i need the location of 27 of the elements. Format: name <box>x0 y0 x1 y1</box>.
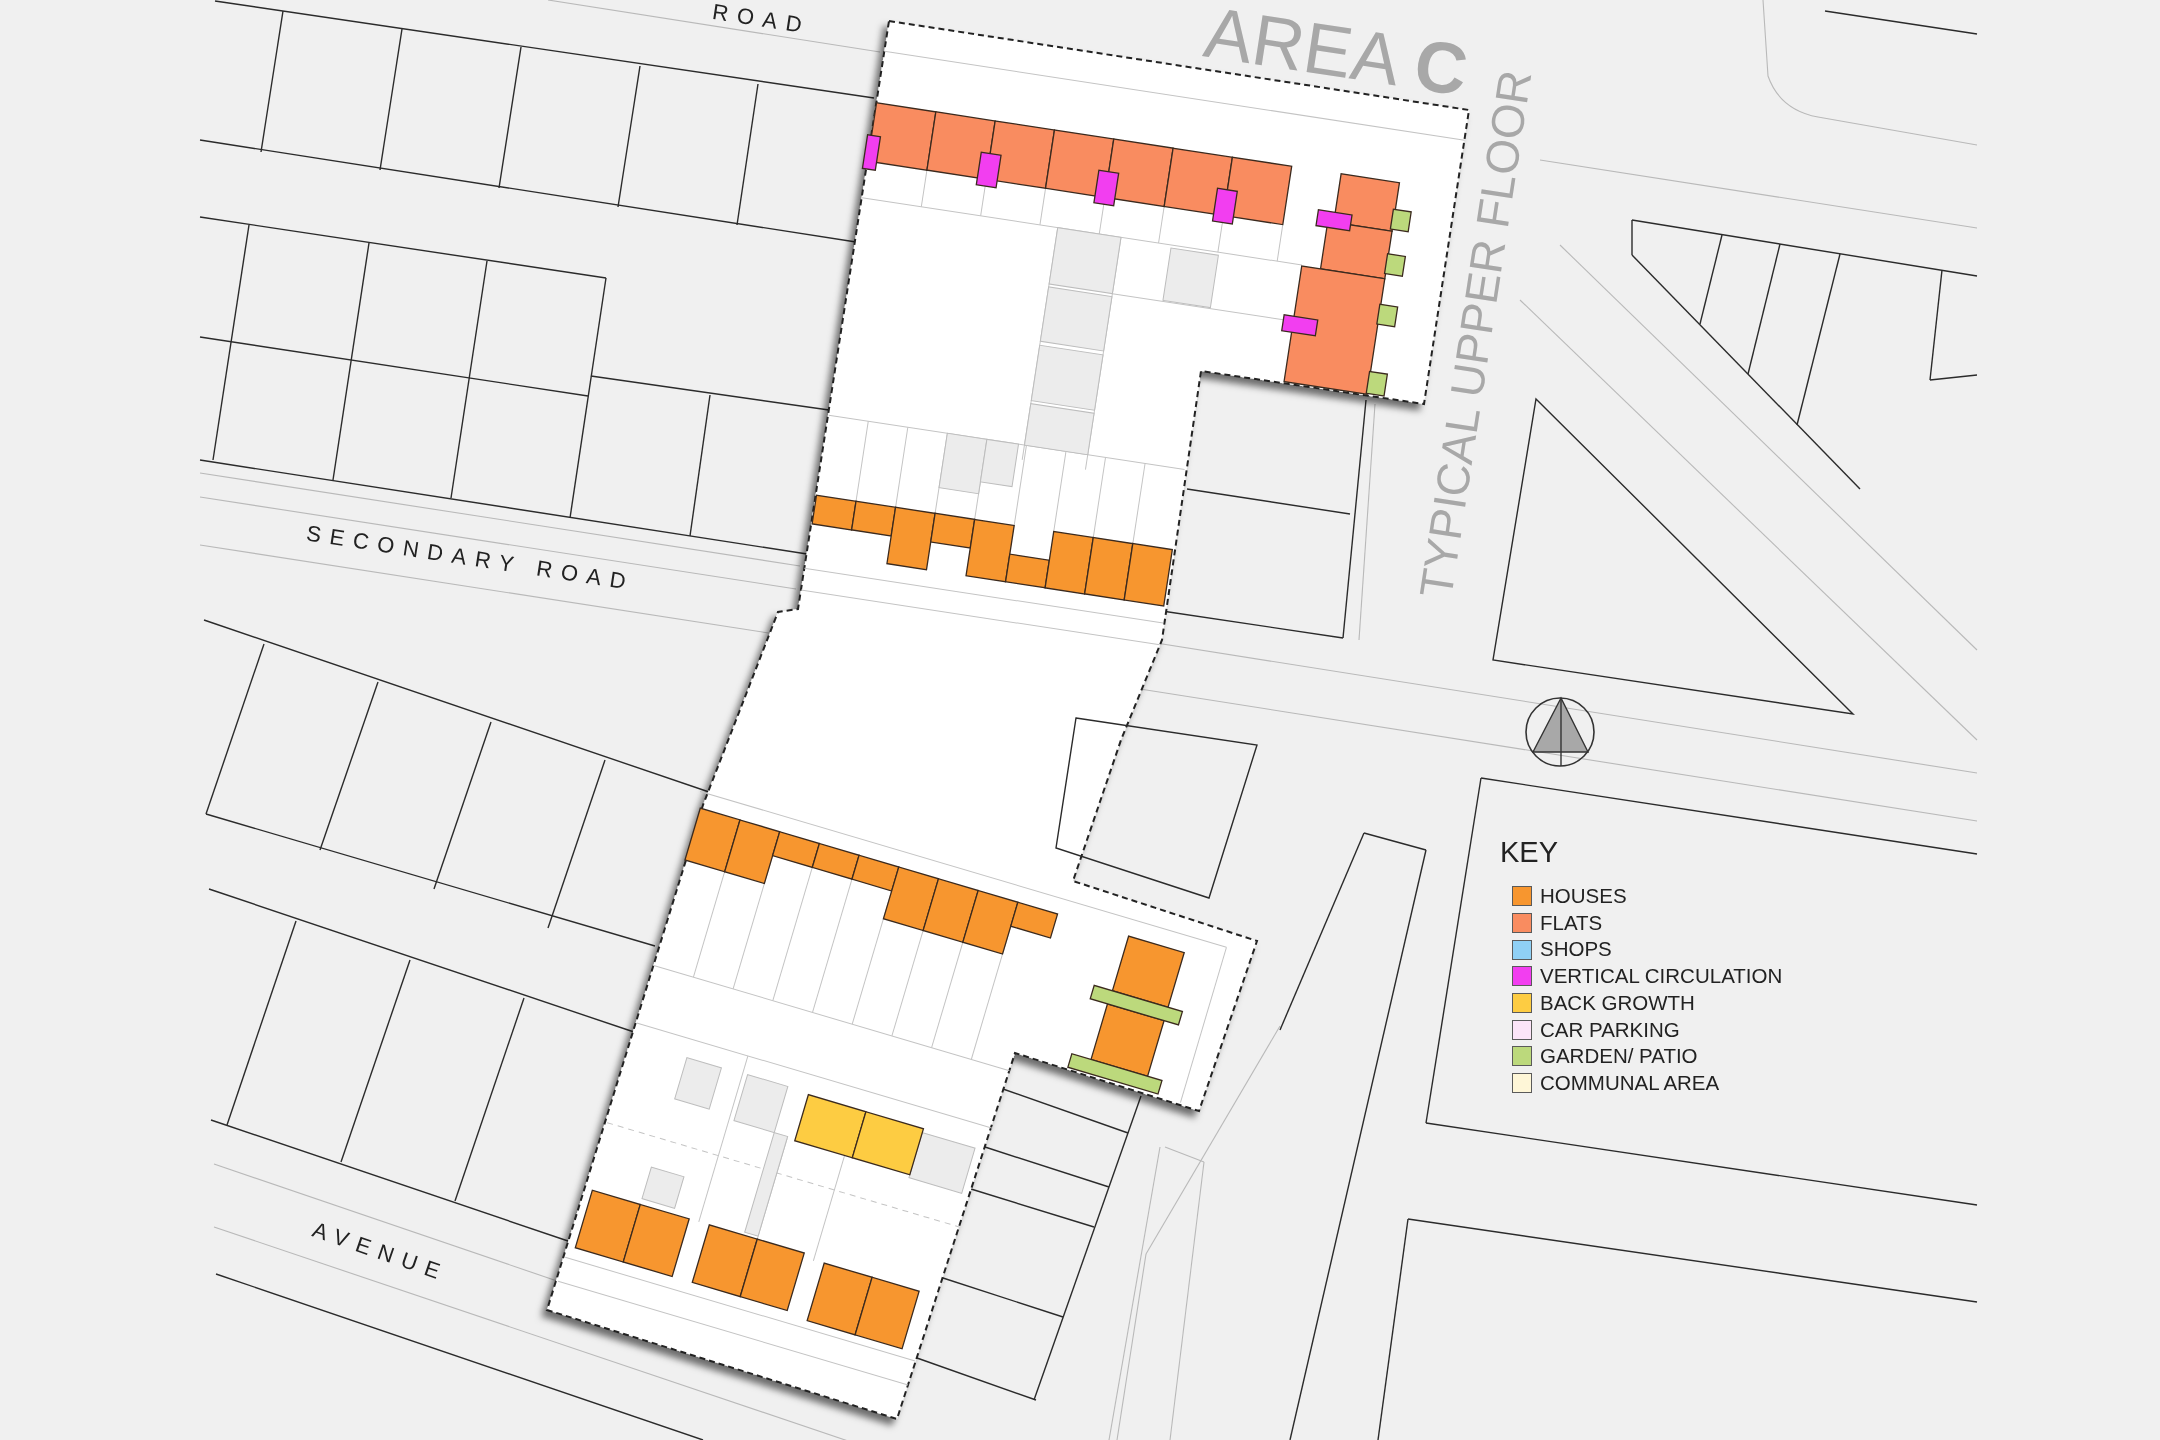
garden-patch <box>1376 303 1399 328</box>
legend-label: CAR PARKING <box>1540 1019 1680 1041</box>
circulation-core <box>1093 169 1120 207</box>
area-title: AREA C <box>1201 3 1471 101</box>
flat-block <box>926 111 996 180</box>
legend-label: HOUSES <box>1540 886 1627 907</box>
key-title: KEY <box>1500 838 1560 867</box>
garden-patch <box>1383 253 1407 278</box>
garden-patch <box>1365 370 1389 397</box>
legend-label: FLATS <box>1540 912 1603 934</box>
house-block <box>1123 542 1174 607</box>
legend-label: BACK GROWTH <box>1540 992 1695 1014</box>
legend-label: COMMUNAL AREA <box>1540 1072 1720 1094</box>
garden-patch <box>1389 208 1412 233</box>
circulation-core <box>1211 187 1239 225</box>
circulation-core <box>861 134 882 172</box>
yard-area <box>1162 247 1219 309</box>
circulation-core <box>1315 209 1353 232</box>
legend-label: SHOPS <box>1540 939 1612 960</box>
circulation-core <box>1281 314 1319 337</box>
yard-area <box>979 438 1020 488</box>
house-block <box>811 494 857 531</box>
circulation-core <box>975 151 1002 189</box>
legend-label: GARDEN/ PATIO <box>1540 1046 1698 1067</box>
legend-label: VERTICAL CIRCULATION <box>1540 966 1783 987</box>
road-label: ROAD <box>709 1 812 37</box>
yard-area <box>1023 403 1095 456</box>
